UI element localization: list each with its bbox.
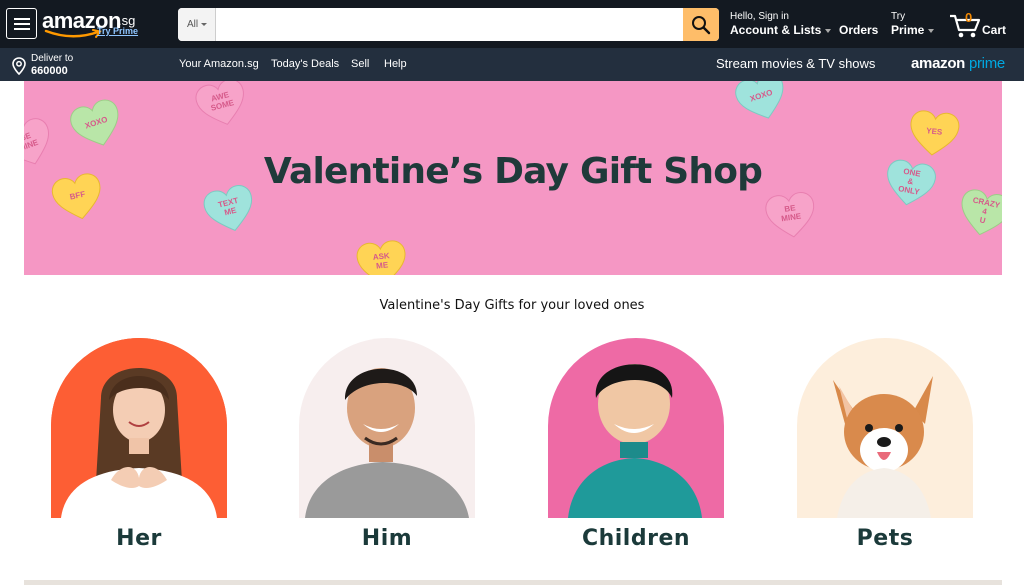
prime-logo-prime: prime xyxy=(968,55,1005,72)
category-image-children[interactable] xyxy=(548,338,724,518)
try-prime-menu[interactable]: Try Prime xyxy=(891,11,935,37)
stream-movies-promo[interactable]: Stream movies & TV shows xyxy=(716,56,875,71)
search-bar: All xyxy=(178,8,719,41)
orders-link[interactable]: Orders xyxy=(839,23,878,37)
deliver-to-label: Deliver to xyxy=(31,53,74,64)
prime-logo-amazon: amazon xyxy=(911,55,966,72)
account-lists-label: Account & Lists xyxy=(730,23,822,37)
category-label-children[interactable]: Children xyxy=(548,526,724,551)
nav-link-help[interactable]: Help xyxy=(384,58,407,70)
candy-heart: ASK ME xyxy=(354,238,411,275)
category-image-him[interactable] xyxy=(299,338,475,518)
next-section-edge xyxy=(24,580,1002,585)
heart-text: XOXO xyxy=(748,87,774,103)
nav-link-sell[interactable]: Sell xyxy=(351,58,369,70)
chevron-down-icon xyxy=(825,28,832,33)
prime-label: Prime xyxy=(891,23,925,37)
chevron-down-icon xyxy=(201,22,208,26)
category-label-him[interactable]: Him xyxy=(299,526,475,551)
account-greeting: Hello, Sign in xyxy=(730,11,789,22)
candy-heart: XOXO xyxy=(65,95,129,155)
nav-link-your-amazon[interactable]: Your Amazon.sg xyxy=(179,58,259,70)
smile-arrow-icon xyxy=(44,29,102,38)
search-button[interactable] xyxy=(683,8,719,41)
cart-button[interactable]: 0 Cart xyxy=(949,10,1009,40)
prime-try-label: Try xyxy=(891,11,906,22)
heart-text: YES xyxy=(925,125,943,137)
heart-text: BE MINE xyxy=(780,203,802,224)
search-icon xyxy=(692,16,711,35)
search-category-label: All xyxy=(187,19,199,30)
search-input[interactable] xyxy=(217,8,683,41)
dog-photo-icon xyxy=(797,338,973,518)
cart-label: Cart xyxy=(982,23,1007,37)
location-pin-icon xyxy=(12,57,26,75)
postal-code: 660000 xyxy=(31,65,68,77)
account-lists-menu[interactable]: Hello, Sign in Account & Lists xyxy=(730,11,832,37)
woman-photo-icon xyxy=(51,338,227,518)
candy-heart: AWE SOME xyxy=(191,81,253,133)
amazon-logo[interactable]: amazon .sg Try Prime xyxy=(42,8,142,40)
try-prime-link[interactable]: Try Prime xyxy=(97,26,138,36)
chevron-down-icon xyxy=(928,28,935,33)
category-image-her[interactable] xyxy=(51,338,227,518)
category-image-pets[interactable] xyxy=(797,338,973,518)
menu-hamburger-icon[interactable] xyxy=(6,8,37,39)
secondary-nav-bar: Deliver to 660000 Your Amazon.sg Today's… xyxy=(0,48,1024,81)
candy-heart: CRAZY 4 U xyxy=(954,186,1002,242)
man-photo-icon xyxy=(299,338,475,518)
category-label-pets[interactable]: Pets xyxy=(797,526,973,551)
category-label-her[interactable]: Her xyxy=(51,526,227,551)
candy-heart: XOXO xyxy=(730,81,794,128)
section-heading: Valentine's Day Gifts for your loved one… xyxy=(379,298,645,313)
amazon-prime-logo[interactable]: amazon prime xyxy=(911,55,1005,72)
cart-count-badge: 0 xyxy=(965,10,973,25)
nav-link-todays-deals[interactable]: Today's Deals xyxy=(271,58,339,70)
valentines-hero-banner[interactable]: BE MINE XOXO AWE SOME BFF TEXT ME ASK ME XOX… xyxy=(24,81,1002,275)
hero-title: Valentine’s Day Gift Shop xyxy=(263,151,763,192)
candy-heart: BE MINE xyxy=(762,190,820,243)
search-category-dropdown[interactable]: All xyxy=(178,8,216,41)
heart-text: ASK ME xyxy=(372,251,391,271)
top-nav-bar: amazon .sg Try Prime All Hello, Sign in … xyxy=(0,0,1024,48)
child-photo-icon xyxy=(548,338,724,518)
